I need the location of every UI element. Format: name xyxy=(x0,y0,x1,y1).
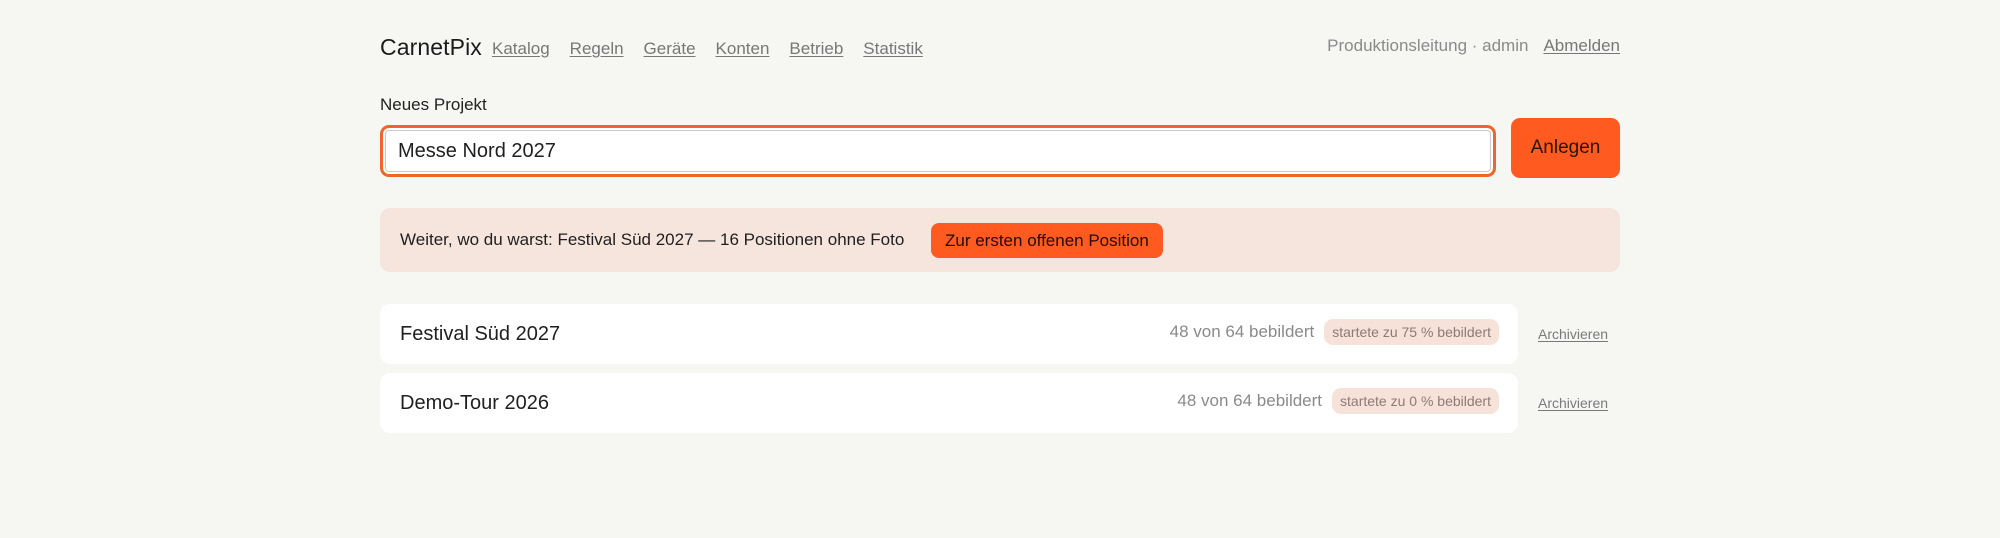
nav-link-katalog[interactable]: Katalog xyxy=(492,39,550,59)
resume-text: Weiter, wo du warst: Festival Süd 2027 —… xyxy=(400,230,905,249)
project-row: Festival Süd 2027 48 von 64 bebildert st… xyxy=(380,304,1620,364)
nav-link-konten[interactable]: Konten xyxy=(716,39,770,59)
nav-link-betrieb[interactable]: Betrieb xyxy=(789,39,843,59)
project-photo-count: 48 von 64 bebildert xyxy=(1169,322,1315,341)
start-status-badge: startete zu 0 % bebildert xyxy=(1332,388,1499,414)
app-logo[interactable]: CarnetPix xyxy=(380,34,482,61)
project-row: Demo-Tour 2026 48 von 64 bebildert start… xyxy=(380,373,1620,433)
project-card[interactable]: Festival Süd 2027 48 von 64 bebildert st… xyxy=(380,304,1518,364)
nav-link-regeln[interactable]: Regeln xyxy=(570,39,624,59)
main-nav: Katalog Regeln Geräte Konten Betrieb Sta… xyxy=(492,39,923,59)
resume-banner: Weiter, wo du warst: Festival Süd 2027 —… xyxy=(380,208,1620,272)
nav-link-geraete[interactable]: Geräte xyxy=(644,39,696,59)
project-photo-count: 48 von 64 bebildert xyxy=(1177,391,1323,410)
project-name: Demo-Tour 2026 xyxy=(400,392,549,414)
nav-link-statistik[interactable]: Statistik xyxy=(863,39,923,59)
project-status: 48 von 64 bebildert startete zu 75 % beb… xyxy=(1170,319,1499,345)
first-open-position-button[interactable]: Zur ersten offenen Position xyxy=(931,223,1163,258)
new-project-input[interactable] xyxy=(380,125,1496,177)
create-project-button[interactable]: Anlegen xyxy=(1511,118,1620,178)
project-status: 48 von 64 bebildert startete zu 0 % bebi… xyxy=(1177,388,1499,414)
top-bar: CarnetPix Katalog Regeln Geräte Konten B… xyxy=(380,30,1620,66)
new-project-label: Neues Projekt xyxy=(380,95,487,114)
project-name: Festival Süd 2027 xyxy=(400,323,561,345)
project-card[interactable]: Demo-Tour 2026 48 von 64 bebildert start… xyxy=(380,373,1518,433)
archive-link[interactable]: Archivieren xyxy=(1538,326,1608,342)
archive-link[interactable]: Archivieren xyxy=(1538,395,1608,411)
user-area: Produktionsleitung · admin Abmelden xyxy=(1327,36,1620,56)
logout-link[interactable]: Abmelden xyxy=(1543,36,1620,56)
start-status-badge: startete zu 75 % bebildert xyxy=(1324,319,1499,345)
user-info: Produktionsleitung · admin xyxy=(1327,36,1529,55)
